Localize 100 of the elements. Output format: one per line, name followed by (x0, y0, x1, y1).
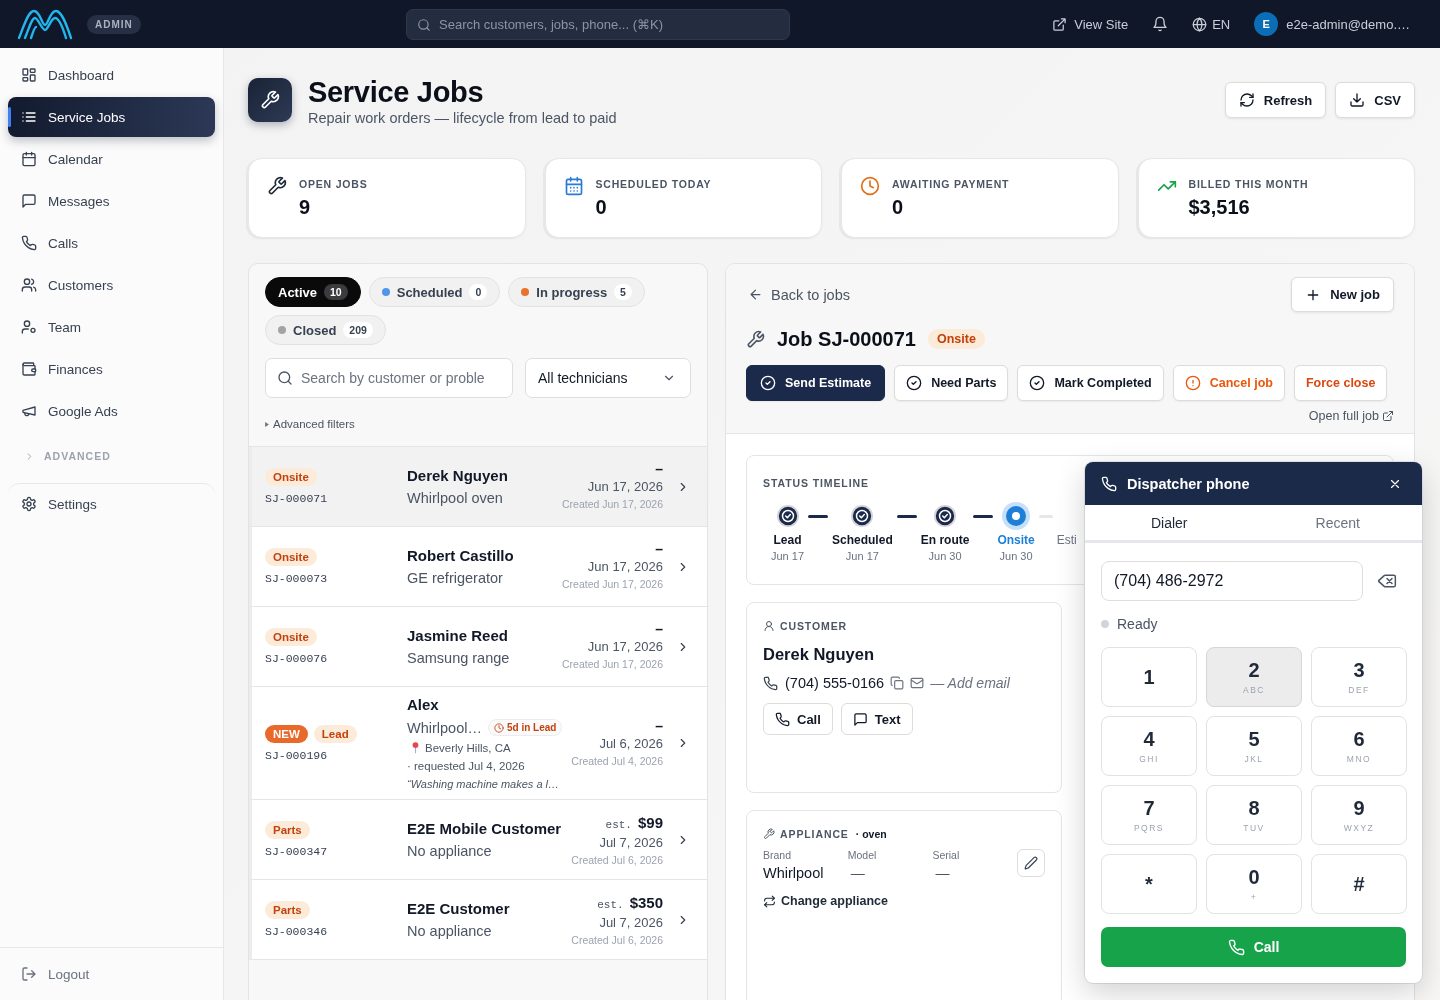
keypad-key[interactable]: * (1101, 854, 1197, 914)
add-email-link[interactable]: — Add email (930, 675, 1010, 691)
job-row[interactable]: Onsite SJ-000071 Derek Nguyen Whirlpool oven – Jun 17, 2026 Created Jun 17, 2026 (249, 447, 707, 527)
status-label: Onsite (265, 548, 317, 566)
keypad-key[interactable]: 2 ABC (1206, 647, 1302, 707)
step-date: Jun 17 (845, 550, 879, 562)
copy-icon[interactable] (890, 676, 905, 690)
refresh-button[interactable]: Refresh (1224, 82, 1327, 118)
check-circle-icon (934, 505, 957, 527)
logout-icon (21, 966, 37, 982)
action-button[interactable]: Force close (1293, 365, 1388, 401)
action-button[interactable]: Mark Completed (1017, 365, 1164, 401)
nav-item[interactable]: Dashboard (8, 55, 215, 95)
job-id: SJ-000347 (265, 845, 329, 858)
new-job-button[interactable]: New job (1291, 277, 1394, 312)
created-date: Created Jun 17, 2026 (562, 578, 663, 590)
filter-tab[interactable]: Scheduled 0 (368, 277, 501, 307)
text-button[interactable]: Text (840, 703, 913, 735)
call-status: Ready (1117, 616, 1158, 632)
advanced-filters-toggle[interactable]: Advanced filters (265, 416, 355, 432)
nav-item[interactable]: Messages (8, 181, 215, 221)
dialer-tab[interactable]: Dialer (1085, 505, 1254, 540)
search-field[interactable]: Search customers, jobs, phone... (⌘K) (406, 8, 790, 40)
job-count: 5 (614, 284, 632, 300)
created-date: Created Jul 6, 2026 (571, 853, 663, 866)
job-row[interactable]: Parts SJ-000347 E2E Mobile Customer No appliance est. $99 Jul 7, 2026 Created Jul 6, 2026 (249, 800, 707, 880)
keypad-key[interactable]: 8 TUV (1206, 785, 1302, 845)
nav-item[interactable]: Settings (8, 484, 215, 524)
section-heading: APPLIANCE (780, 828, 849, 840)
lead-age-label: 5d in Lead (506, 722, 557, 733)
open-full-job-link[interactable]: Open full job (1308, 409, 1394, 423)
nav-item[interactable]: Service Jobs (8, 97, 215, 137)
nav-item[interactable]: Team (8, 307, 215, 347)
technician-dropdown[interactable]: All technicians (525, 358, 691, 398)
job-row[interactable]: Onsite SJ-000073 Robert Castillo GE refrigerator – Jun 17, 2026 Created Jun 17, 2026 (249, 527, 707, 607)
nav-item[interactable]: Customers (8, 265, 215, 305)
keypad-key[interactable]: 4 GHI (1101, 716, 1197, 776)
keypad-key[interactable]: 0 + (1206, 854, 1302, 914)
nav-item[interactable]: Google Ads (8, 391, 215, 431)
stat-value: 9 (299, 196, 312, 219)
keypad-key[interactable]: 3 DEF (1311, 647, 1407, 707)
filter-tab[interactable]: Active 10 (265, 277, 361, 307)
filter-tab[interactable]: Closed 209 (265, 315, 386, 345)
wave-logo[interactable] (17, 8, 73, 40)
phone-number-field[interactable]: (704) 486-2972 (1101, 561, 1363, 601)
phone-icon (1101, 475, 1117, 492)
phone-icon (1227, 938, 1245, 956)
megaphone-icon (21, 403, 37, 419)
field-value: Whirlpool (763, 865, 825, 881)
job-row[interactable]: Parts SJ-000346 E2E Customer No appliance est. $350 Jul 7, 2026 Created Jul 6, 2026 (249, 880, 707, 960)
pushpin-icon (412, 742, 419, 754)
logout-button[interactable]: Logout (21, 966, 90, 982)
nav-item[interactable]: Calls (8, 223, 215, 263)
call-button[interactable]: Call (763, 703, 833, 735)
appliance-text: GE refrigerator (407, 570, 503, 586)
keypad-key[interactable]: 6 MNO (1311, 716, 1407, 776)
created-date: Created Jun 17, 2026 (562, 658, 663, 670)
stat-label: SCHEDULED TODAY (595, 178, 712, 190)
job-row[interactable]: NEW Lead SJ-000196 Alex Whirlpool… 5d in Lead Beverly Hills, CA · requested Jul 4, 2026 “Washing machine makes a l… – Jul 6, 2026 Created Jul 4, 2026 (249, 687, 707, 800)
scheduled-date: Jul 6, 2026 (599, 735, 663, 751)
edit-button[interactable] (1017, 849, 1045, 877)
step-label: Esti (1056, 533, 1077, 547)
job-row[interactable]: Onsite SJ-000076 Jasmine Reed Samsung range – Jun 17, 2026 Created Jun 17, 2026 (249, 607, 707, 687)
nav-item[interactable]: Finances (8, 349, 215, 389)
appliance-text: No appliance (407, 843, 492, 859)
action-button[interactable]: Need Parts (894, 365, 1009, 401)
keypad-key[interactable]: 7 PQRS (1101, 785, 1197, 845)
view-site-link[interactable]: View Site (1052, 16, 1129, 32)
keypad-key[interactable]: 5 JKL (1206, 716, 1302, 776)
action-button[interactable]: Send Estimate (746, 365, 886, 401)
export-button[interactable]: CSV (1335, 82, 1415, 118)
backspace-icon[interactable] (1377, 571, 1397, 591)
appliance-text: Whirlpool oven (407, 490, 503, 506)
dialer-tab[interactable]: Recent (1253, 505, 1422, 540)
wrench-icon (267, 176, 287, 196)
appliance-text: Samsung range (407, 650, 510, 666)
search-icon (417, 17, 431, 32)
ring-dot-icon (1002, 502, 1031, 530)
page-subtitle: Repair work orders — lifecycle from lead to paid (308, 110, 617, 126)
user-avatar[interactable]: E (1254, 12, 1279, 36)
nav-item[interactable]: Calendar (8, 139, 215, 179)
amount-text: – (655, 719, 663, 732)
calendar-icon (563, 176, 584, 196)
list-icon (21, 109, 37, 125)
bell-icon[interactable] (1152, 16, 1169, 32)
keypad-key[interactable]: # (1311, 854, 1407, 914)
phone-icon (775, 711, 790, 727)
back-link[interactable]: Back to jobs (746, 286, 850, 303)
amount-text: – (655, 623, 663, 635)
change-appliance-button[interactable]: Change appliance (763, 894, 888, 908)
filter-tab[interactable]: In progress 5 (508, 277, 645, 307)
pencil-icon (1024, 856, 1039, 870)
job-id: SJ-000076 (265, 652, 329, 665)
action-button[interactable]: Cancel job (1172, 365, 1285, 401)
page-title: Service Jobs (308, 78, 485, 106)
step-label: Onsite (997, 533, 1035, 547)
keypad-key[interactable]: 9 WXYZ (1311, 785, 1407, 845)
wallet-icon (21, 361, 37, 377)
language-button[interactable]: EN (1192, 16, 1231, 32)
keypad-key[interactable]: 1 (1101, 647, 1197, 707)
